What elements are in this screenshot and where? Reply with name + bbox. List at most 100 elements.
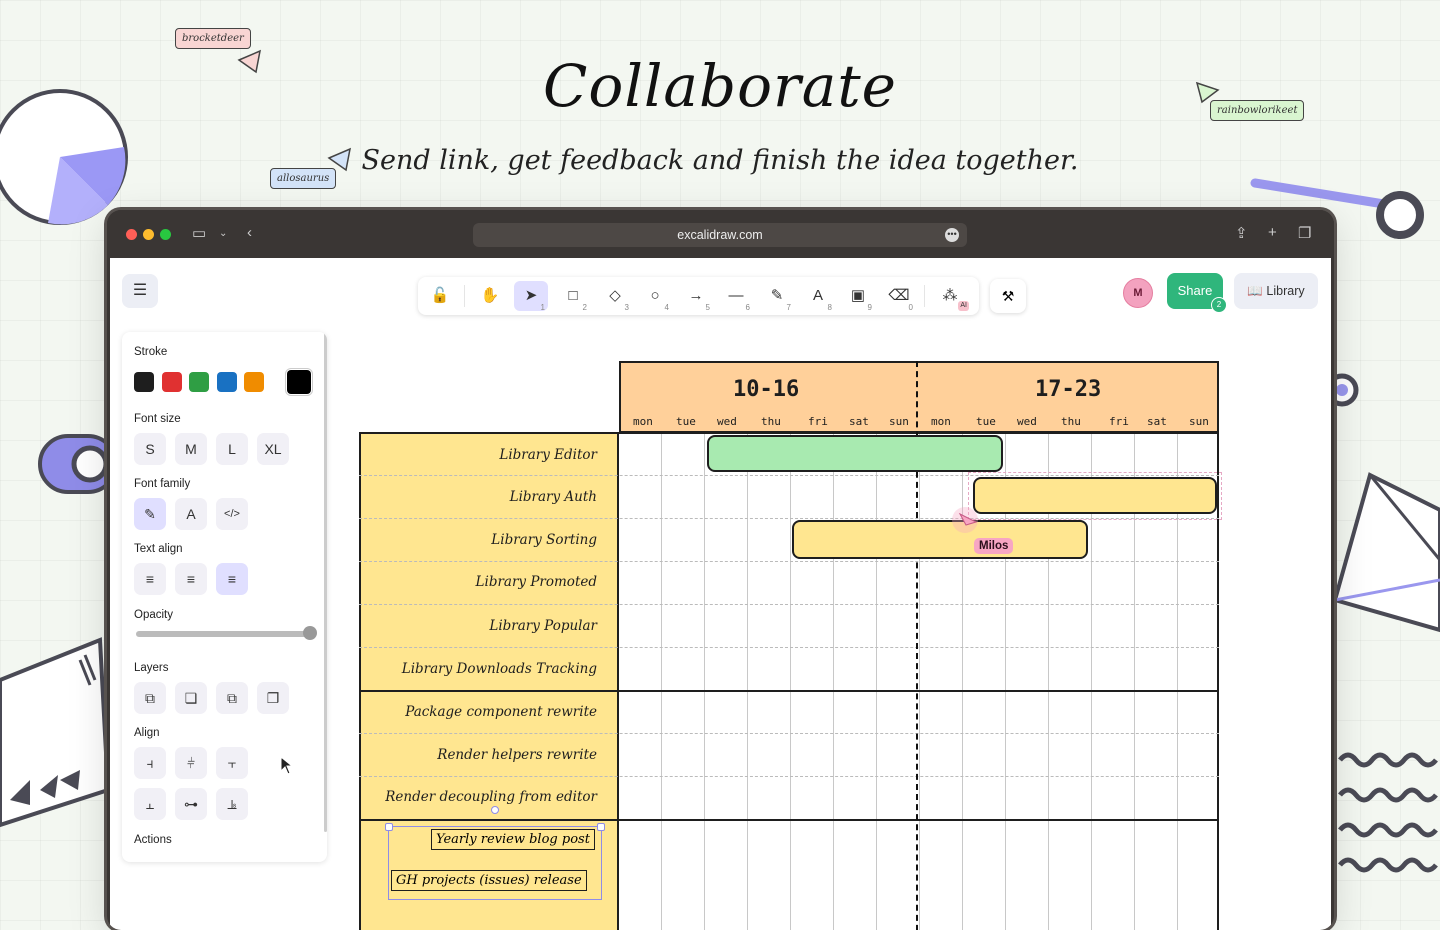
task-label[interactable]: Library Downloads Tracking (402, 661, 597, 677)
align-top-icon: ⫠ (145, 796, 155, 812)
back-icon[interactable]: ‹ (247, 224, 252, 241)
font-handdrawn-button[interactable]: ✎ (134, 498, 166, 530)
actions-label: Actions (134, 834, 172, 846)
chevron-down-icon[interactable]: ⌄ (219, 228, 227, 239)
shortcut-key: 9 (867, 303, 872, 312)
font-size-label: Font size (134, 413, 181, 425)
lock-icon: 🔓 (430, 287, 450, 304)
pencil-tool-button[interactable]: ✎ 7 (760, 281, 794, 312)
task-bar-library-sorting[interactable] (792, 520, 1088, 559)
align-left-edges-button[interactable]: ⫞ (134, 747, 166, 779)
eraser-tool-button[interactable]: ⌫ 0 (882, 281, 916, 312)
zoom-window-button[interactable] (160, 229, 171, 240)
align-center-button[interactable]: ≡ (175, 563, 207, 595)
magic-wand-button[interactable]: ⚒ (990, 279, 1026, 313)
task-label[interactable]: Render decoupling from editor (385, 789, 597, 805)
task-label[interactable]: Library Auth (510, 489, 597, 505)
shortcut-key: 5 (705, 303, 710, 312)
align-bottom-button[interactable]: ⫡ (216, 788, 248, 820)
shortcut-key: 8 (827, 303, 832, 312)
stroke-color-swatch[interactable] (161, 372, 182, 392)
hamburger-icon: ☰ (132, 282, 148, 299)
align-left-button[interactable]: ≡ (134, 563, 166, 595)
gantt-row-divider (359, 647, 1219, 648)
text-tool-button[interactable]: A8 (801, 281, 835, 312)
arrow-tool-button[interactable]: → 5 (679, 281, 713, 312)
main-menu-button[interactable]: ☰ (122, 274, 158, 308)
new-tab-icon[interactable]: + (1268, 224, 1277, 241)
resize-handle[interactable] (597, 823, 605, 831)
more-tools-tool-button[interactable]: ⁂ AI (933, 281, 969, 311)
align-horizontal-center-button[interactable]: ⫩ (175, 747, 207, 779)
more-options-icon[interactable]: ••• (945, 228, 959, 242)
stroke-color-swatch[interactable] (216, 372, 237, 392)
panel-scrollbar[interactable] (324, 332, 327, 832)
share-icon[interactable]: ⇪ (1235, 224, 1248, 242)
current-stroke-swatch[interactable] (285, 368, 313, 396)
minimize-window-button[interactable] (143, 229, 154, 240)
align-top-button[interactable]: ⫠ (134, 788, 166, 820)
share-button[interactable]: Share 2 (1167, 273, 1227, 313)
hand-tool-button[interactable]: ✋ (473, 281, 507, 311)
tabs-overview-icon[interactable]: ❐ (1298, 224, 1311, 242)
stroke-color-swatch[interactable] (189, 372, 209, 392)
library-label: Library (1266, 284, 1305, 298)
close-window-button[interactable] (126, 229, 137, 240)
task-label[interactable]: Package component rewrite (405, 704, 597, 720)
share-label: Share (1177, 283, 1213, 298)
properties-panel: Stroke Font size Font family ✎ A </> Tex… (122, 332, 327, 862)
bring-forward-button[interactable]: ⧉ (216, 682, 248, 714)
font-size-m-button[interactable]: M (175, 433, 207, 465)
ai-badge: AI (958, 301, 969, 311)
rectangle-icon: □ (568, 287, 578, 304)
selection-box[interactable] (388, 826, 602, 900)
task-label[interactable]: Library Sorting (491, 532, 597, 548)
line-tool-button[interactable]: —6 (719, 281, 753, 312)
font-code-button[interactable]: </> (216, 498, 248, 530)
layers-label: Layers (134, 662, 169, 674)
align-right-edges-button[interactable]: ⫟ (216, 747, 248, 779)
font-normal-button[interactable]: A (175, 498, 207, 530)
rotate-handle[interactable] (491, 806, 499, 814)
gantt-row-divider (359, 604, 1219, 605)
bring-to-front-icon: ❐ (266, 690, 280, 706)
lock-tool-button[interactable]: 🔓 (423, 281, 457, 311)
gantt-header[interactable]: 10-16 17-23 mon tue wed thu fri sat sun mon tue w… (619, 361, 1219, 433)
align-right-button[interactable]: ≡ (216, 563, 248, 595)
sidebar-toggle-icon[interactable]: ▭ (192, 224, 206, 242)
address-bar[interactable]: excalidraw.com ••• (473, 223, 967, 247)
stroke-color-swatch[interactable] (134, 372, 154, 392)
task-label[interactable]: Library Promoted (476, 574, 597, 590)
opacity-slider[interactable] (136, 631, 311, 637)
ellipse-tool-button[interactable]: ○ 4 (638, 281, 672, 312)
bring-to-front-button[interactable]: ❐ (257, 682, 289, 714)
bring-forward-icon: ⧉ (227, 690, 237, 706)
gantt-row-divider (359, 733, 1219, 734)
selection-tool-button[interactable]: ➤ 1 (514, 281, 548, 312)
excalidraw-canvas[interactable]: ☰ 🔓 ✋ ➤ 1 □ 2 ◇ 3 ○ 4 → 5—6 ✎ 7 A 8 ▣ 9 ⌫ 0 ⁂ AI ⚒ M Share 2 … (110, 258, 1331, 930)
collaborator-avatar[interactable]: M (1123, 278, 1153, 308)
font-size-s-button[interactable]: S (134, 433, 166, 465)
library-button[interactable]: 📖 Library (1234, 273, 1318, 309)
task-label[interactable]: Library Editor (499, 447, 597, 463)
send-backward-button[interactable]: ❏ (175, 682, 207, 714)
hero-subtitle: Send link, get feedback and finish the i… (361, 145, 1079, 176)
task-label[interactable]: Library Popular (489, 618, 597, 634)
image-tool-button[interactable]: ▣ 9 (841, 281, 875, 312)
send-to-back-button[interactable]: ⧉ (134, 682, 166, 714)
resize-handle[interactable] (385, 823, 393, 831)
task-label[interactable]: Render helpers rewrite (437, 747, 597, 763)
font-size-l-button[interactable]: L (216, 433, 248, 465)
align-vertical-center-button[interactable]: ⊶ (175, 788, 207, 820)
opacity-slider-thumb[interactable] (303, 626, 317, 640)
selection-outline (968, 472, 1222, 520)
stroke-color-swatch[interactable] (244, 372, 264, 392)
toggle-decoration (38, 434, 118, 494)
font-size-xl-button[interactable]: XL (257, 433, 289, 465)
task-bar-library-editor[interactable] (707, 435, 1003, 472)
diamond-tool-button[interactable]: ◇ 3 (598, 281, 632, 312)
send-backward-icon: ❏ (184, 690, 198, 706)
align-center-icon: ≡ (186, 571, 196, 587)
envelope-decoration (1332, 472, 1440, 633)
rectangle-tool-button[interactable]: □ 2 (556, 281, 590, 312)
